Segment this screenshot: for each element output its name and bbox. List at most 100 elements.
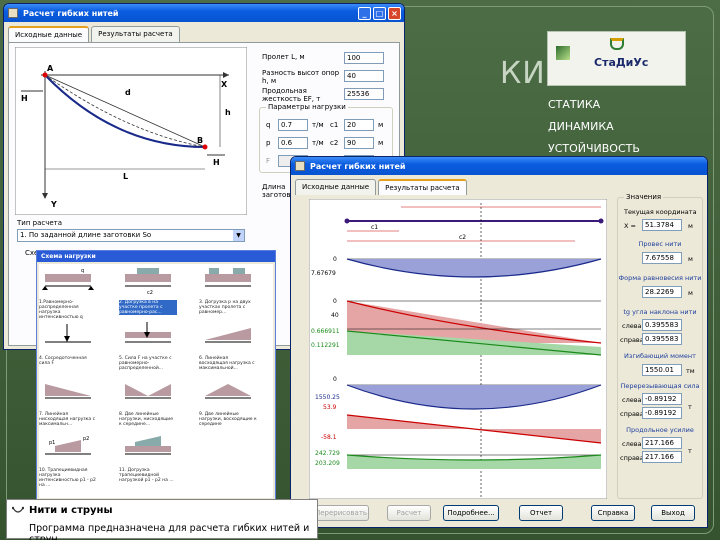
calc-type-select[interactable]: 1. По заданной длине заготовки So	[17, 229, 245, 242]
tab-input-data[interactable]: Исходные данные	[8, 26, 90, 42]
span-label: Пролет L, м	[262, 53, 305, 61]
scheme-titlebar[interactable]: Схема нагрузки	[37, 251, 275, 262]
results-diagrams: c1 c2 0 7.67679 0 40 0.666911 0.112291 0…	[309, 199, 607, 499]
scheme-window: Схема нагрузки q 1.Равномерно-распределе…	[36, 250, 276, 500]
scheme-item[interactable]: 9. Две линейные нагрузки, восходящие к с…	[199, 376, 257, 429]
shape-zero-label: 0	[333, 298, 337, 305]
q-input[interactable]: 0.7	[278, 119, 308, 131]
feature-item: СТАТИКА	[548, 98, 601, 111]
c2-dim-label: c2	[459, 234, 466, 241]
tg-min-label: 0.112291	[311, 342, 340, 349]
shear-right-label: справа	[620, 410, 644, 418]
stiffness-input[interactable]: 25536	[344, 88, 384, 100]
p-label: p	[266, 139, 271, 147]
app-icon	[8, 8, 18, 18]
values-group-title: Значения	[624, 193, 664, 201]
scheme-item-label: 3. Догрузка р на двух участках пролета с…	[199, 300, 251, 315]
scheme-item[interactable]: 11. Догрузка трапециевидной нагрузкой р1…	[119, 432, 177, 485]
tab-results[interactable]: Результаты расчета	[91, 26, 180, 42]
c1-dim-label: c1	[371, 224, 378, 231]
tab-input-data[interactable]: Исходные данные	[295, 179, 377, 195]
redraw-button[interactable]: Перерисовать	[313, 505, 369, 521]
scheme-item[interactable]: 4. Сосредоточенная сила F	[39, 320, 97, 373]
axial-unit: т	[688, 447, 692, 455]
p-unit: т/м	[312, 139, 324, 147]
sag-zero-label: 0	[333, 256, 337, 263]
svg-text:p1: p1	[49, 440, 55, 446]
report-button[interactable]: Отчет	[519, 505, 563, 521]
l-label: L	[123, 172, 128, 181]
shear-left-value: -0.89192	[642, 393, 682, 405]
sag-unit: м	[688, 255, 693, 263]
scheme-item[interactable]: q 1.Равномерно-распределенная нагрузка и…	[39, 264, 97, 320]
c2-unit: м	[378, 139, 384, 147]
f-label: F	[266, 157, 271, 165]
scheme-item[interactable]: p1 p2 10. Трапециевидная нагрузка интенси…	[39, 432, 97, 488]
x-unit: м	[688, 222, 693, 230]
scheme-item[interactable]: 3. Догрузка р на двух участках пролета с…	[199, 264, 257, 317]
tg-right-value: 0.395583	[642, 333, 682, 345]
feature-list: СТАТИКА ДИНАМИКА УСТОЙЧИВОСТЬ	[548, 94, 640, 160]
tg-left-value: 0.395583	[642, 319, 682, 331]
point-b-label: B	[197, 136, 203, 145]
p-input[interactable]: 0.6	[278, 137, 308, 149]
scheme-item-label: 10. Трапециевидная нагрузка интенсивност…	[39, 468, 96, 488]
results-window-titlebar[interactable]: Расчет гибких нитей	[291, 157, 707, 175]
values-group: Значения Текущая координата X = 51.3784 …	[617, 193, 703, 499]
input-window-titlebar[interactable]: Расчет гибких нитей _ □ ×	[4, 4, 404, 22]
shear-title: Перерезывающая сила	[620, 382, 700, 390]
svg-text:q: q	[81, 268, 84, 274]
moment-title: Изгибающий момент	[624, 352, 696, 360]
height-diff-input[interactable]: 40	[344, 70, 384, 82]
shear-unit: т	[688, 403, 692, 411]
current-coord-label: Текущая координата	[624, 208, 697, 216]
help-button[interactable]: Справка	[591, 505, 635, 521]
q-unit: т/м	[312, 121, 324, 129]
moment-zero-label: 0	[333, 376, 337, 383]
scheme-item[interactable]: 8. Две линейные нагрузки, нисходящие к с…	[119, 376, 177, 429]
axial-left-value: 217.166	[642, 437, 682, 449]
scheme-item-label: 5. Сила F на участке с равномерно-распре…	[119, 356, 172, 371]
scheme-item[interactable]: 7. Линейная нисходящая нагрузка с максим…	[39, 376, 97, 429]
scheme-item[interactable]: 6. Линейная восходящая нагрузка с максим…	[199, 320, 257, 373]
scheme-item-selected[interactable]: c2 2. Догрузка в на участке пролета с ра…	[119, 264, 177, 317]
c2-input[interactable]: 90	[344, 137, 374, 149]
maximize-icon[interactable]: □	[373, 6, 386, 20]
shape-value: 28.2269	[642, 286, 682, 298]
calculate-button[interactable]: Расчет	[387, 505, 431, 521]
tab-results[interactable]: Результаты расчета	[378, 179, 467, 195]
scheme-item-label: 1.Равномерно-распределенная нагрузка инт…	[39, 300, 83, 320]
y-axis-label: Y	[50, 200, 57, 209]
scheme-item-label: 6. Линейная восходящая нагрузка с максим…	[199, 356, 255, 371]
close-icon[interactable]: ×	[388, 6, 401, 20]
c1-unit: м	[378, 121, 384, 129]
shear-max-label: 53.9	[323, 404, 337, 411]
h-right-label: H	[213, 158, 220, 167]
logo-cup-icon	[610, 38, 624, 50]
window-title: Расчет гибких нитей	[310, 161, 406, 171]
h-left-label: H	[21, 94, 28, 103]
axial-right-label: справа	[620, 454, 644, 462]
tg-max-label: 0.666911	[311, 328, 340, 335]
axial-title: Продольное усилие	[626, 426, 694, 434]
cable-app-icon	[12, 506, 24, 513]
sag-max-label: 7.67679	[311, 270, 336, 277]
scheme-item[interactable]: 5. Сила F на участке с равномерно-распре…	[119, 320, 177, 373]
c1-input[interactable]: 20	[344, 119, 374, 131]
point-a-label: A	[47, 64, 54, 73]
exit-button[interactable]: Выход	[651, 505, 695, 521]
tg-title: tg угла наклона нити	[623, 308, 697, 316]
minimize-icon[interactable]: _	[358, 6, 371, 20]
scheme-item-label: 9. Две линейные нагрузки, восходящие к с…	[199, 412, 257, 427]
shape-title: Форма равновесия нити	[618, 274, 702, 282]
chevron-down-icon[interactable]: ▼	[233, 230, 244, 241]
x-input[interactable]: 51.3784	[642, 219, 682, 231]
scheme-item-label: 4. Сосредоточенная сила F	[39, 356, 87, 366]
stadius-logo: СтаДиУс	[547, 31, 686, 86]
calc-type-label: Тип расчета	[17, 219, 63, 227]
info-title: Нити и струны	[29, 505, 113, 516]
scheme-item-label: 7. Линейная нисходящая нагрузка с максим…	[39, 412, 96, 427]
h-label: h	[225, 108, 231, 117]
span-input[interactable]: 100	[344, 52, 384, 64]
details-button[interactable]: Подробнее...	[443, 505, 499, 521]
